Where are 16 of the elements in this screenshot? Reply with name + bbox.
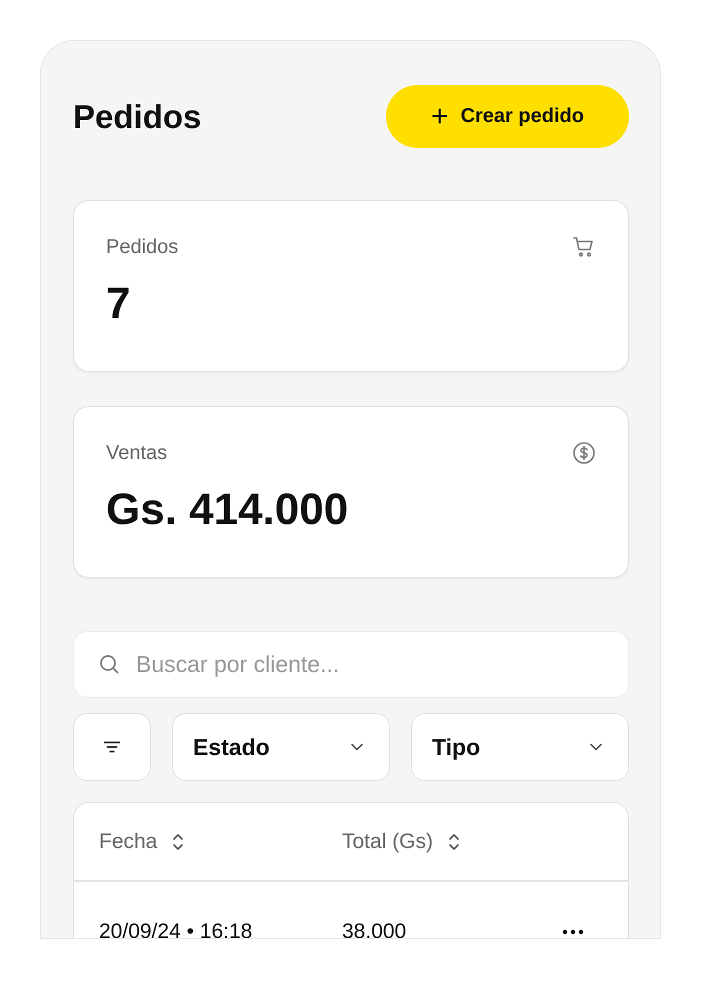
search-field[interactable]: Buscar por cliente... bbox=[73, 631, 629, 698]
total-cell: 38.000 bbox=[342, 920, 406, 938]
cart-icon bbox=[572, 235, 596, 259]
filter-dropdown[interactable]: Estado bbox=[172, 713, 390, 781]
page-title: Pedidos bbox=[73, 98, 202, 136]
date-cell-text: 20/09/24 • 16:18 bbox=[99, 920, 254, 938]
stat-label: Pedidos bbox=[106, 236, 178, 258]
more-icon[interactable] bbox=[562, 929, 584, 935]
filter-dropdown[interactable]: Tipo bbox=[411, 713, 629, 781]
column-header[interactable]: Fecha bbox=[99, 830, 342, 854]
column-header[interactable]: Total (Gs) bbox=[342, 830, 585, 854]
dollar-icon bbox=[572, 441, 596, 465]
stat-label: Ventas bbox=[106, 442, 168, 464]
create-order-button[interactable]: + Crear pedido bbox=[386, 85, 629, 148]
stat-value: Gs. 414.000 bbox=[106, 485, 350, 535]
stat-value: 7 bbox=[106, 279, 132, 329]
